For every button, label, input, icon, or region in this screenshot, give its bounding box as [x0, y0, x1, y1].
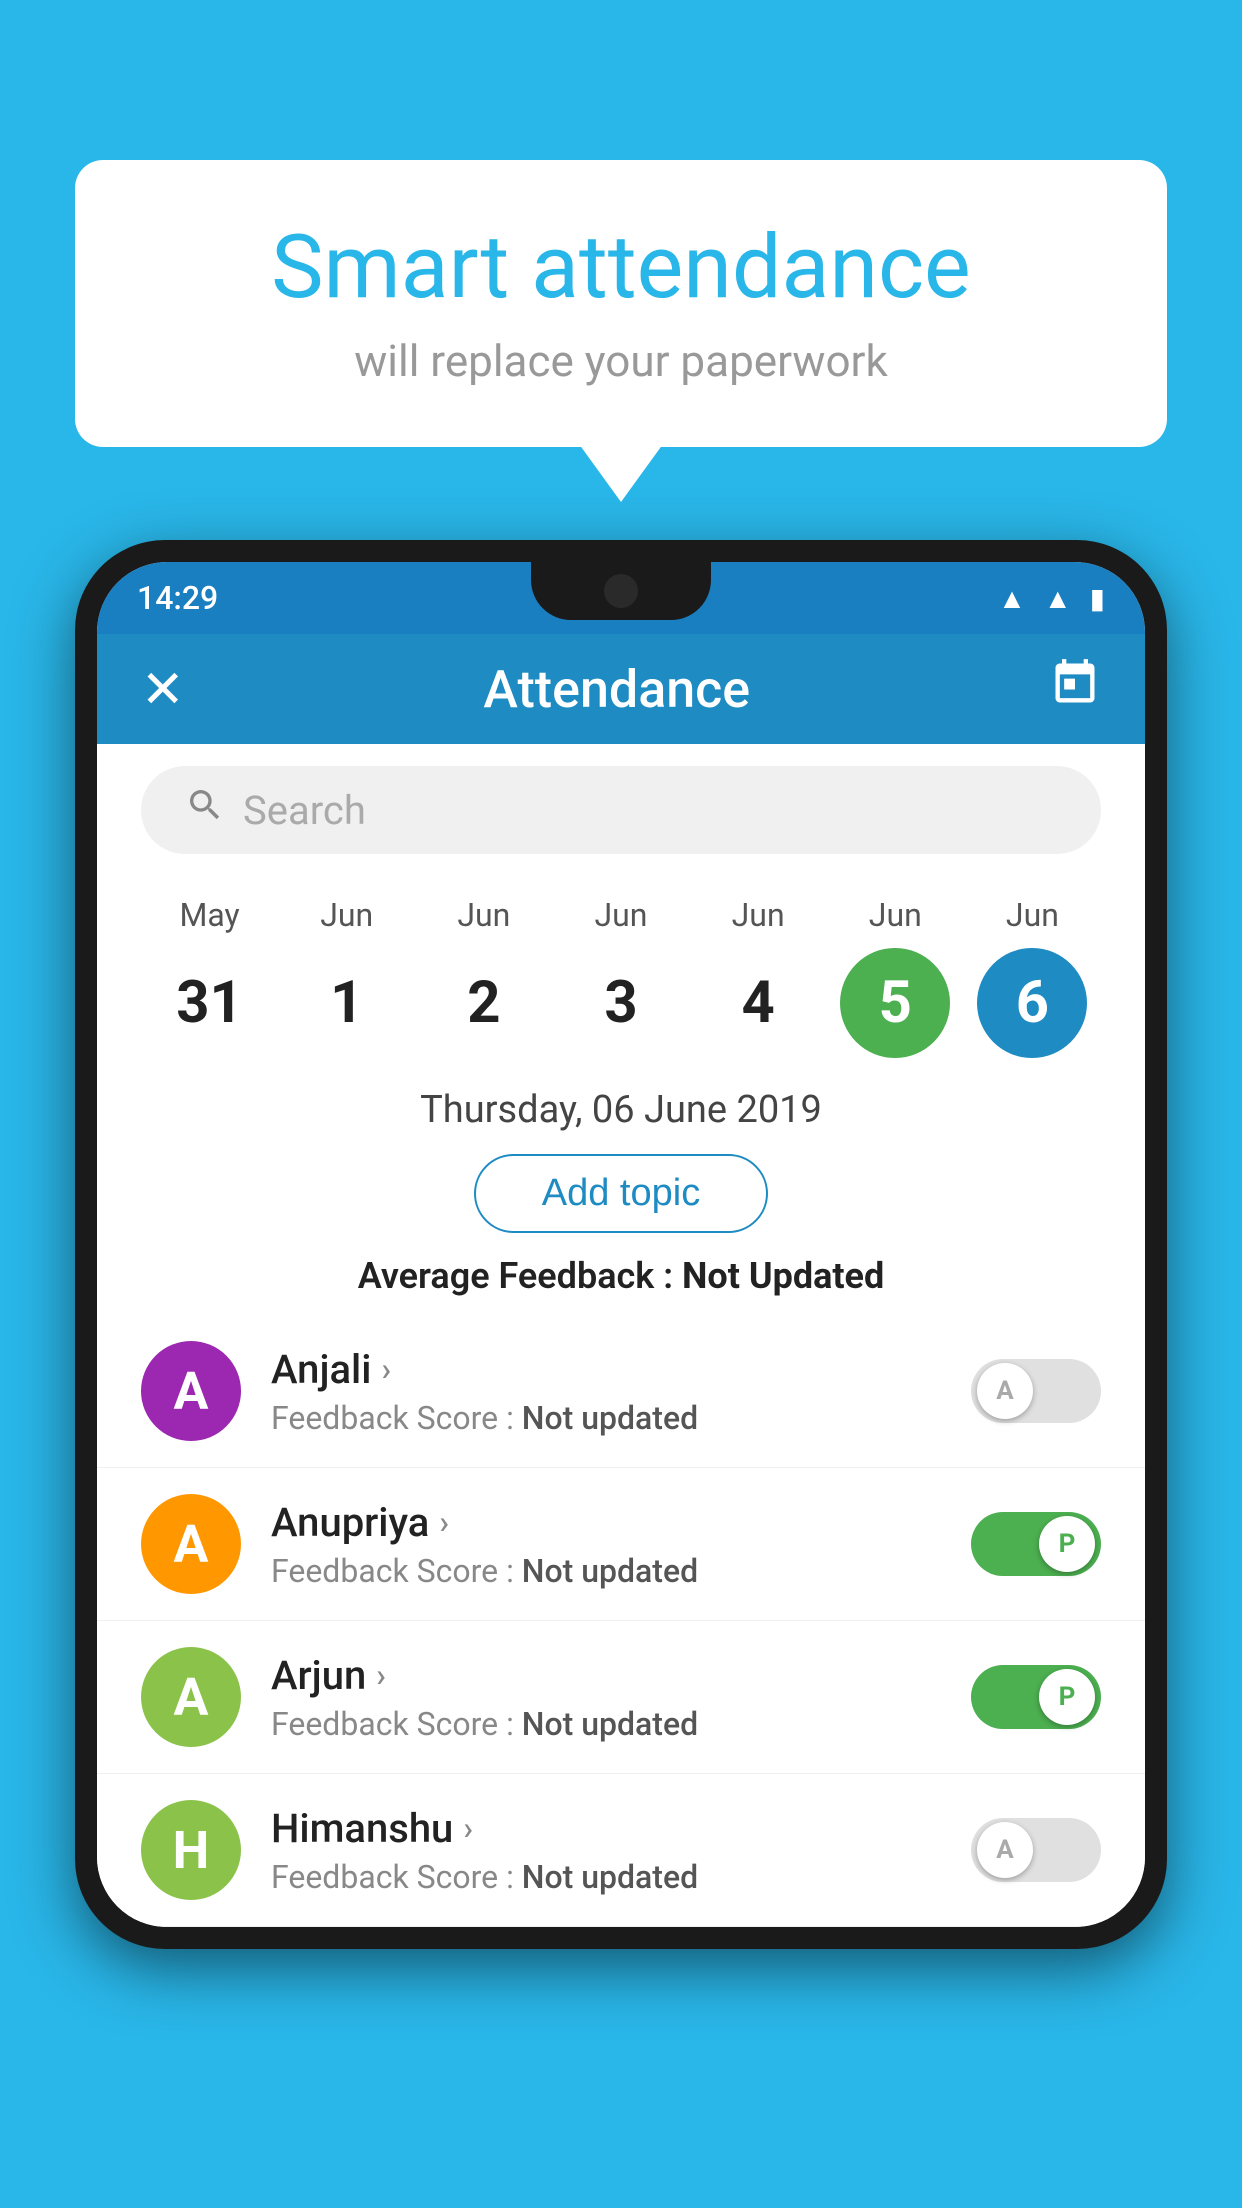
attendance-toggle-0[interactable]: A — [971, 1359, 1101, 1423]
speech-bubble-subtitle: will replace your paperwork — [155, 335, 1087, 387]
chevron-icon: › — [439, 1503, 449, 1541]
feedback-score-3: Not updated — [522, 1858, 698, 1896]
calendar-strip: May 31 Jun 1 Jun 2 Jun 3 Jun 4 Jun 5 Jun 6 — [97, 876, 1145, 1068]
speech-bubble-container: Smart attendance will replace your paper… — [75, 160, 1167, 447]
student-avatar-1: A — [141, 1494, 241, 1594]
student-feedback-1: Feedback Score : Not updated — [271, 1552, 941, 1590]
app-bar: ✕ Attendance — [97, 634, 1145, 744]
feedback-score-0: Not updated — [522, 1399, 698, 1437]
chevron-icon: › — [376, 1656, 386, 1694]
calendar-day-5[interactable]: Jun 5 — [827, 896, 964, 1058]
calendar-day-6[interactable]: Jun 6 — [964, 896, 1101, 1058]
cal-date-number[interactable]: 1 — [292, 948, 402, 1058]
student-avatar-2: A — [141, 1647, 241, 1747]
cal-date-number[interactable]: 3 — [566, 948, 676, 1058]
student-info-1: Anupriya › Feedback Score : Not updated — [271, 1499, 941, 1590]
cal-month-label: Jun — [732, 896, 785, 934]
speech-bubble: Smart attendance will replace your paper… — [75, 160, 1167, 447]
attendance-toggle-3[interactable]: A — [971, 1818, 1101, 1882]
app-bar-title: Attendance — [483, 659, 750, 720]
average-feedback-row: Average Feedback : Not Updated — [97, 1247, 1145, 1315]
feedback-value: Not Updated — [682, 1255, 884, 1297]
feedback-score-2: Not updated — [522, 1705, 698, 1743]
student-info-2: Arjun › Feedback Score : Not updated — [271, 1652, 941, 1743]
toggle-thumb-1: P — [1039, 1516, 1095, 1572]
feedback-score-1: Not updated — [522, 1552, 698, 1590]
signal-icon: ▲ — [1044, 582, 1072, 615]
chevron-icon: › — [381, 1350, 391, 1388]
search-icon — [185, 785, 225, 835]
student-name-3[interactable]: Himanshu › — [271, 1805, 941, 1852]
student-info-3: Himanshu › Feedback Score : Not updated — [271, 1805, 941, 1896]
search-bar[interactable]: Search — [141, 766, 1101, 854]
student-info-0: Anjali › Feedback Score : Not updated — [271, 1346, 941, 1437]
student-feedback-3: Feedback Score : Not updated — [271, 1858, 941, 1896]
student-feedback-2: Feedback Score : Not updated — [271, 1705, 941, 1743]
cal-date-number[interactable]: 5 — [840, 948, 950, 1058]
cal-date-number[interactable]: 4 — [703, 948, 813, 1058]
cal-month-label: May — [179, 896, 239, 934]
selected-date-text: Thursday, 06 June 2019 — [420, 1088, 822, 1132]
student-avatar-0: A — [141, 1341, 241, 1441]
student-feedback-0: Feedback Score : Not updated — [271, 1399, 941, 1437]
search-container: Search — [97, 744, 1145, 876]
wifi-icon: ▲ — [998, 582, 1026, 615]
cal-month-label: Jun — [869, 896, 922, 934]
phone-notch — [531, 562, 711, 620]
calendar-day-2[interactable]: Jun 2 — [415, 896, 552, 1058]
status-icons: ▲ ▲ ▮ — [998, 582, 1105, 615]
close-button[interactable]: ✕ — [141, 659, 185, 720]
student-item-0[interactable]: A Anjali › Feedback Score : Not updated A — [97, 1315, 1145, 1468]
calendar-day-4[interactable]: Jun 4 — [690, 896, 827, 1058]
cal-date-number[interactable]: 31 — [155, 948, 265, 1058]
student-list: AAnjali ›Feedback Score : Not updatedAAA… — [97, 1315, 1145, 1927]
average-feedback-text: Average Feedback : Not Updated — [358, 1255, 885, 1297]
cal-month-label: Jun — [320, 896, 373, 934]
speech-bubble-title: Smart attendance — [155, 220, 1087, 317]
battery-icon: ▮ — [1090, 582, 1105, 615]
cal-date-number[interactable]: 2 — [429, 948, 539, 1058]
cal-month-label: Jun — [1006, 896, 1059, 934]
attendance-toggle-1[interactable]: P — [971, 1512, 1101, 1576]
student-item-2[interactable]: A Arjun › Feedback Score : Not updated P — [97, 1621, 1145, 1774]
student-name-0[interactable]: Anjali › — [271, 1346, 941, 1393]
student-item-3[interactable]: H Himanshu › Feedback Score : Not updated A — [97, 1774, 1145, 1927]
attendance-toggle-2[interactable]: P — [971, 1665, 1101, 1729]
cal-month-label: Jun — [595, 896, 648, 934]
status-time: 14:29 — [137, 579, 218, 617]
phone-screen: 14:29 ▲ ▲ ▮ ✕ Attendance — [97, 562, 1145, 1927]
phone-outer: 14:29 ▲ ▲ ▮ ✕ Attendance — [75, 540, 1167, 1949]
student-item-1[interactable]: A Anupriya › Feedback Score : Not updated P — [97, 1468, 1145, 1621]
calendar-day-3[interactable]: Jun 3 — [552, 896, 689, 1058]
student-name-1[interactable]: Anupriya › — [271, 1499, 941, 1546]
phone-frame: 14:29 ▲ ▲ ▮ ✕ Attendance — [75, 540, 1167, 2208]
phone-camera — [604, 574, 638, 608]
search-input[interactable]: Search — [243, 787, 366, 834]
add-topic-container: Add topic — [97, 1140, 1145, 1247]
toggle-thumb-0: A — [977, 1363, 1033, 1419]
calendar-day-1[interactable]: Jun 1 — [278, 896, 415, 1058]
date-header: Thursday, 06 June 2019 — [97, 1068, 1145, 1140]
student-name-2[interactable]: Arjun › — [271, 1652, 941, 1699]
calendar-button[interactable] — [1049, 657, 1101, 721]
toggle-thumb-2: P — [1039, 1669, 1095, 1725]
feedback-label: Average Feedback : — [358, 1255, 682, 1297]
calendar-day-0[interactable]: May 31 — [141, 896, 278, 1058]
chevron-icon: › — [463, 1809, 473, 1847]
cal-date-number[interactable]: 6 — [977, 948, 1087, 1058]
cal-month-label: Jun — [457, 896, 510, 934]
add-topic-button[interactable]: Add topic — [474, 1154, 768, 1233]
toggle-thumb-3: A — [977, 1822, 1033, 1878]
student-avatar-3: H — [141, 1800, 241, 1900]
